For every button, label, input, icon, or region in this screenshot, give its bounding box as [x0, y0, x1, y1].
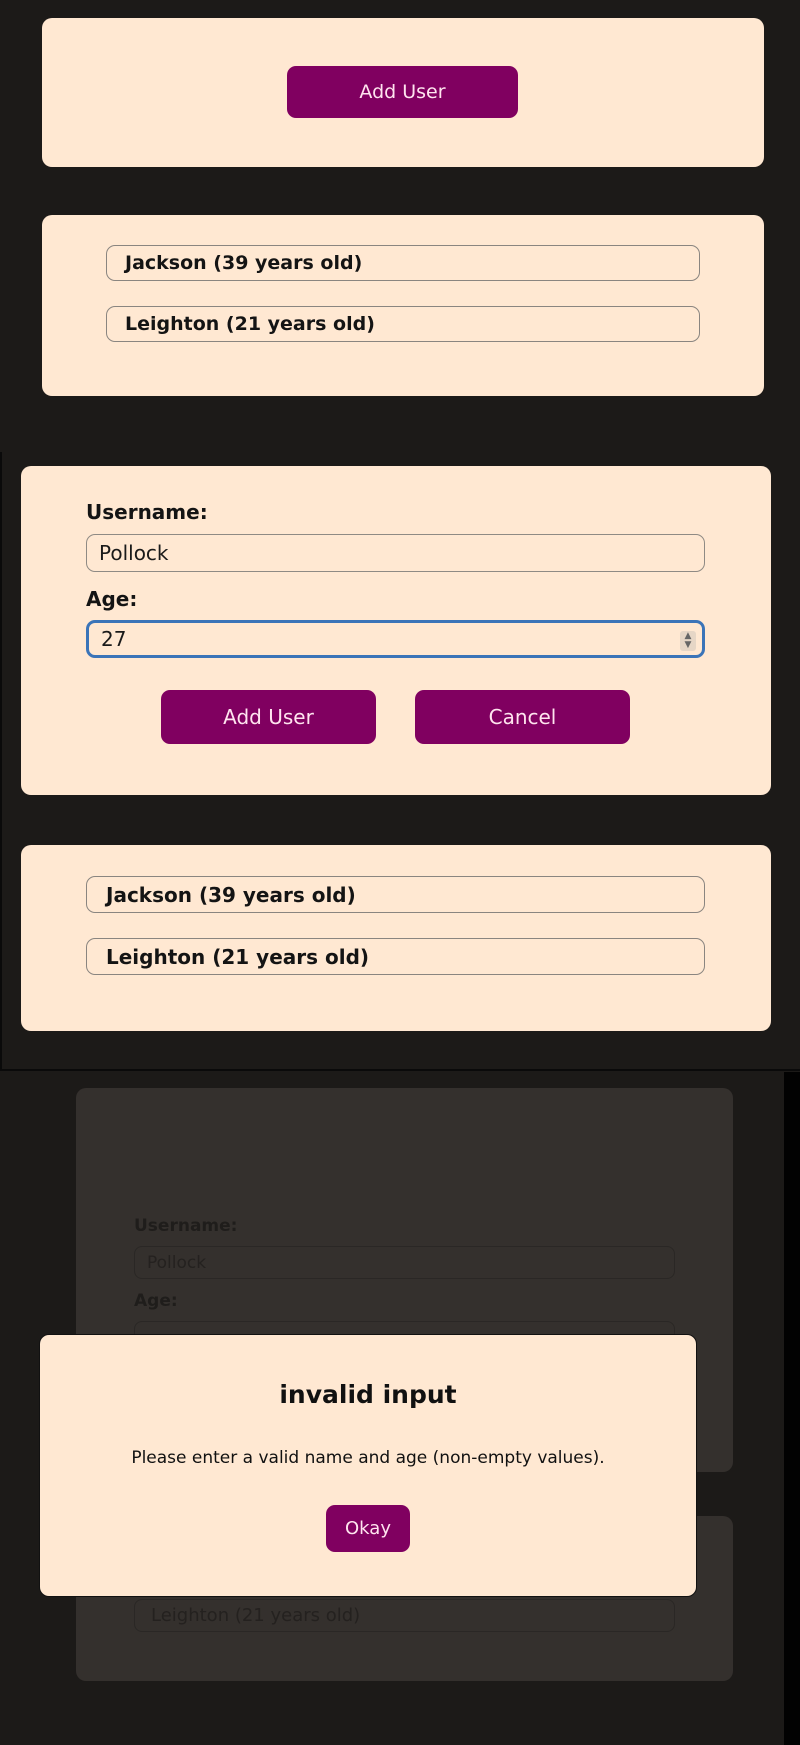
dimmed-username-label: Username:	[134, 1216, 238, 1236]
age-label: Age:	[86, 587, 138, 611]
list-item: Jackson (39 years old)	[106, 245, 700, 281]
username-input[interactable]: Pollock	[86, 534, 705, 572]
modal-message: Please enter a valid name and age (non-e…	[131, 1448, 605, 1468]
age-input[interactable]: 27 ▲ ▼	[86, 620, 705, 658]
list-item: Leighton (21 years old)	[86, 938, 705, 975]
scrollbar-edge	[784, 1072, 800, 1745]
age-value: 27	[101, 627, 127, 651]
dimmed-username-input: Pollock	[134, 1246, 675, 1279]
add-user-button[interactable]: Add User	[287, 66, 518, 118]
dimmed-age-label: Age:	[134, 1291, 178, 1311]
add-user-submit-button[interactable]: Add User	[161, 690, 376, 744]
number-spinner-icon[interactable]: ▲ ▼	[680, 631, 696, 651]
list-item: Jackson (39 years old)	[86, 876, 705, 913]
dimmed-username-value: Pollock	[147, 1252, 207, 1273]
list-item: Leighton (21 years old)	[106, 306, 700, 342]
okay-button[interactable]: Okay	[326, 1505, 410, 1552]
cancel-button[interactable]: Cancel	[415, 690, 630, 744]
username-value: Pollock	[99, 541, 169, 565]
username-label: Username:	[86, 500, 208, 524]
modal-title: invalid input	[279, 1380, 457, 1409]
page: Add User Jackson (39 years old) Leighton…	[0, 0, 800, 1745]
dimmed-list-item: Leighton (21 years old)	[134, 1599, 675, 1632]
